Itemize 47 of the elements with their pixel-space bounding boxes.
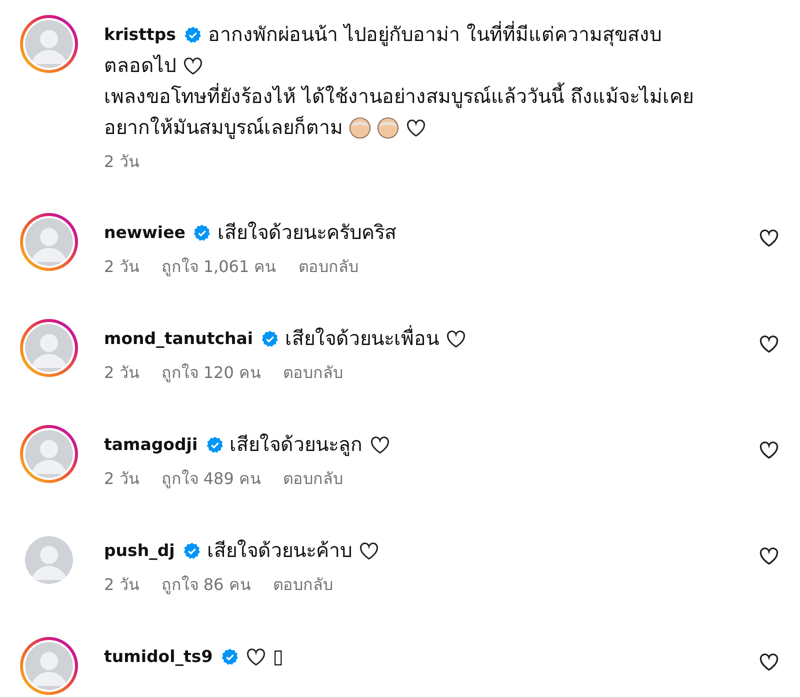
username[interactable]: tamagodji — [104, 429, 198, 460]
caption-text: อากงพักผ่อนน้า ไปอยู่กับอาม่า ในที่ที่มีแต่ความสุขสงบ — [208, 20, 662, 48]
heart-icon — [244, 646, 267, 668]
heart-icon — [368, 434, 391, 456]
verified-badge-icon — [206, 436, 224, 454]
timestamp: 2 วัน — [104, 574, 140, 596]
like-button[interactable] — [758, 333, 780, 355]
comment-text: เสียใจด้วยนะลูก — [230, 432, 363, 458]
heart-icon — [182, 54, 204, 76]
timestamp: 2 วัน — [104, 362, 140, 384]
likes-count[interactable]: ถูกใจ 489 คน — [161, 466, 261, 491]
username[interactable]: push_dj — [104, 535, 175, 566]
like-button[interactable] — [758, 651, 780, 673]
comment-text: ▯ — [272, 644, 284, 670]
likes-count[interactable]: ถูกใจ 1,061 คน — [161, 254, 276, 279]
username[interactable]: tumidol_ts9 — [104, 641, 213, 672]
likes-count[interactable]: ถูกใจ 120 คน — [161, 360, 261, 385]
caption-text: อยากให้มันสมบูรณ์เลยก็ตาม — [104, 114, 343, 141]
verified-badge-icon — [193, 224, 212, 242]
verified-badge-icon — [220, 648, 239, 666]
heart-icon — [405, 116, 427, 138]
timestamp: 2 วัน — [104, 468, 140, 490]
username[interactable]: kristtps — [104, 19, 176, 50]
username[interactable]: mond_tanutchai — [104, 323, 254, 354]
reply-link[interactable]: ตอบกลับ — [298, 254, 358, 279]
emoji-icon — [377, 116, 399, 138]
emoji-icon — [349, 116, 371, 138]
caption-text: ตลอดไป — [104, 53, 176, 79]
verified-badge-icon — [182, 542, 201, 560]
like-button[interactable] — [758, 439, 780, 461]
timestamp: 2 วัน — [104, 151, 140, 173]
username[interactable]: newwiee — [104, 217, 186, 248]
heart-icon — [358, 540, 380, 562]
reply-link[interactable]: ตอบกลับ — [272, 572, 333, 597]
like-button[interactable] — [758, 545, 780, 567]
verified-badge-icon — [261, 330, 280, 348]
timestamp: 2 วัน — [104, 256, 140, 278]
caption-text: เพลงขอโทษที่ยังร้องไห้ ได้ใช้งานอย่างสมบูรณ์แล้ววันนี้ ถึงแม้จะไม่เคย — [104, 81, 694, 112]
reply-link[interactable]: ตอบกลับ — [282, 466, 343, 491]
reply-link[interactable]: ตอบกลับ — [282, 360, 343, 385]
likes-count[interactable]: ถูกใจ 86 คน — [161, 572, 251, 597]
like-button[interactable] — [758, 227, 780, 249]
comment-text: เสียใจด้วยนะเพื่อน — [285, 324, 440, 352]
comment-text: เสียใจด้วยนะค้าบ — [206, 538, 352, 564]
heart-icon — [445, 328, 468, 350]
verified-badge-icon — [184, 26, 202, 44]
comment-text: เสียใจด้วยนะครับคริส — [217, 220, 396, 246]
